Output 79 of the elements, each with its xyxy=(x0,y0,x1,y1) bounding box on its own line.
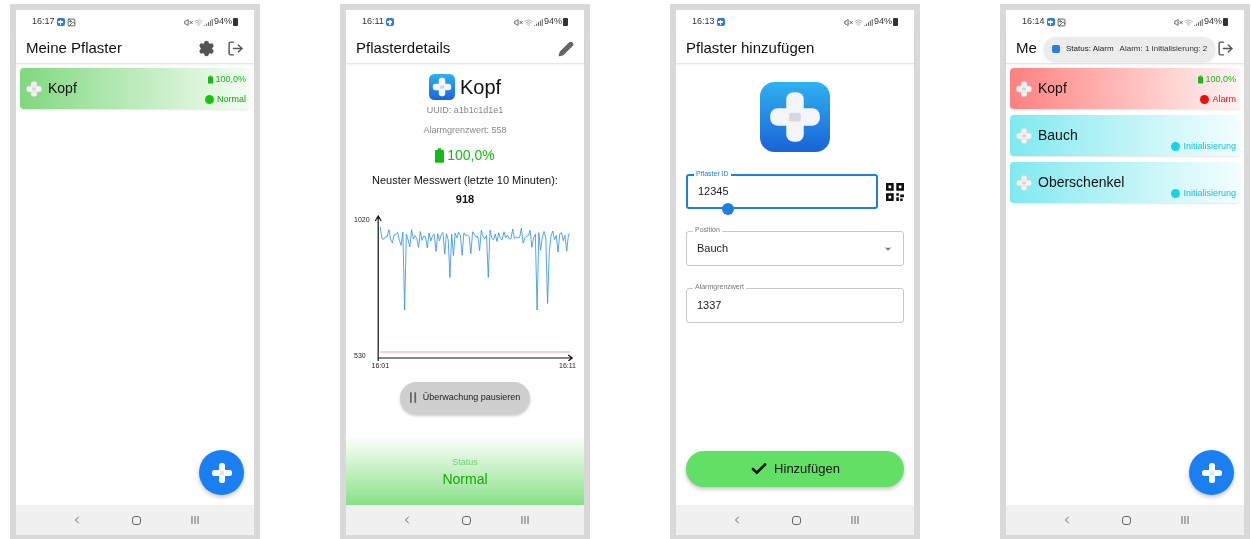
patch-name: Kopf xyxy=(459,75,502,100)
mute-icon xyxy=(1174,17,1183,27)
patch-card[interactable]: Oberschenkel Initialisierung xyxy=(1010,162,1240,203)
battery-percent: 94% xyxy=(1204,15,1222,29)
logout-icon[interactable] xyxy=(1217,40,1234,57)
notification-toast[interactable]: Status: Alarm Alarm: 1 Initialisierung: 2 xyxy=(1044,37,1216,61)
battery-level: 100,0% xyxy=(215,72,246,86)
patch-name: Oberschenkel xyxy=(1038,173,1125,192)
patch-name: Bauch xyxy=(1038,126,1078,145)
plus-icon xyxy=(1199,460,1224,485)
reading-label: Neuster Messwert (letzte 10 Minuten): xyxy=(372,173,558,188)
home-icon[interactable] xyxy=(1121,515,1131,525)
patch-card[interactable]: Kopf 100,0% Normal xyxy=(20,68,250,109)
mute-icon xyxy=(844,17,853,27)
screen-title: Meine Pflaster xyxy=(26,38,122,59)
add-fab[interactable] xyxy=(1189,450,1234,495)
battery-icon xyxy=(208,74,214,84)
settings-icon[interactable] xyxy=(198,40,215,57)
wifi-icon xyxy=(194,17,203,27)
pause-button[interactable]: Überwachung pausieren xyxy=(399,381,531,414)
app-logo-icon xyxy=(760,82,830,152)
signal-icon xyxy=(204,17,213,27)
screen-title: Pflasterdetails xyxy=(356,38,451,59)
status-label: Status xyxy=(452,455,478,469)
mute-icon xyxy=(514,17,523,27)
screen-title: Pflaster hinzufügen xyxy=(686,38,815,59)
wifi-icon xyxy=(854,17,863,27)
status-value: Normal xyxy=(442,470,488,490)
home-icon[interactable] xyxy=(791,515,801,525)
add-button[interactable]: Hinzufügen xyxy=(686,451,904,487)
logout-icon[interactable] xyxy=(227,40,244,57)
bandage-icon xyxy=(25,79,43,98)
patch-name: Kopf xyxy=(48,79,77,98)
status-battery-icon xyxy=(233,18,238,26)
edit-icon[interactable] xyxy=(558,40,574,57)
clock-time: 16:14 xyxy=(1022,15,1045,29)
toast-text: Alarm: 1 Initialisierung: 2 xyxy=(1119,43,1208,55)
threshold-text: Alarmgrenzwert: 558 xyxy=(423,123,507,137)
status-battery-icon xyxy=(1223,18,1228,26)
signal-icon xyxy=(534,17,543,27)
battery-percent: 94% xyxy=(544,15,562,29)
signal-icon xyxy=(864,17,873,27)
notification-app-icon xyxy=(1052,45,1060,53)
status-battery-icon xyxy=(893,18,898,26)
status-text: Alarm xyxy=(1212,93,1236,106)
status-text: Initialisierung xyxy=(1183,187,1236,200)
status-text: Normal xyxy=(217,93,246,106)
toast-title: Status: Alarm xyxy=(1066,43,1114,55)
bandage-icon xyxy=(1015,79,1033,98)
battery-level: 100,0% xyxy=(1205,72,1236,86)
status-text: Initialisierung xyxy=(1183,140,1236,153)
wifi-icon xyxy=(1184,17,1193,27)
battery-percent: 94% xyxy=(214,15,232,29)
signal-icon xyxy=(1194,17,1203,27)
app-logo-icon xyxy=(428,74,455,100)
home-icon[interactable] xyxy=(461,515,471,525)
patch-card[interactable]: Bauch Initialisierung xyxy=(1010,115,1240,156)
status-battery-icon xyxy=(563,18,568,26)
qr-code-icon[interactable] xyxy=(886,182,904,201)
patch-name: Kopf xyxy=(1038,79,1067,98)
patch-card[interactable]: Kopf 100,0% Alarm xyxy=(1010,68,1240,109)
reading-value: 918 xyxy=(455,191,475,207)
wifi-icon xyxy=(524,17,533,27)
clock-time: 16:13 xyxy=(692,15,715,29)
battery-icon xyxy=(435,147,445,164)
pause-icon xyxy=(409,392,417,403)
add-fab[interactable] xyxy=(199,450,244,495)
battery-icon xyxy=(1198,74,1204,84)
bandage-icon xyxy=(1015,173,1033,192)
bandage-icon xyxy=(1015,126,1033,145)
home-icon[interactable] xyxy=(131,515,141,525)
battery-level: 100,0% xyxy=(447,146,495,165)
battery-percent: 94% xyxy=(874,15,892,29)
clock-time: 16:11 xyxy=(362,15,384,29)
plus-icon xyxy=(209,460,234,485)
mute-icon xyxy=(184,17,193,27)
screen-title: Me xyxy=(1016,38,1037,59)
clock-time: 16:17 xyxy=(32,15,55,29)
uuid-text: UUID: a1b1c1d1e1 xyxy=(426,104,504,117)
